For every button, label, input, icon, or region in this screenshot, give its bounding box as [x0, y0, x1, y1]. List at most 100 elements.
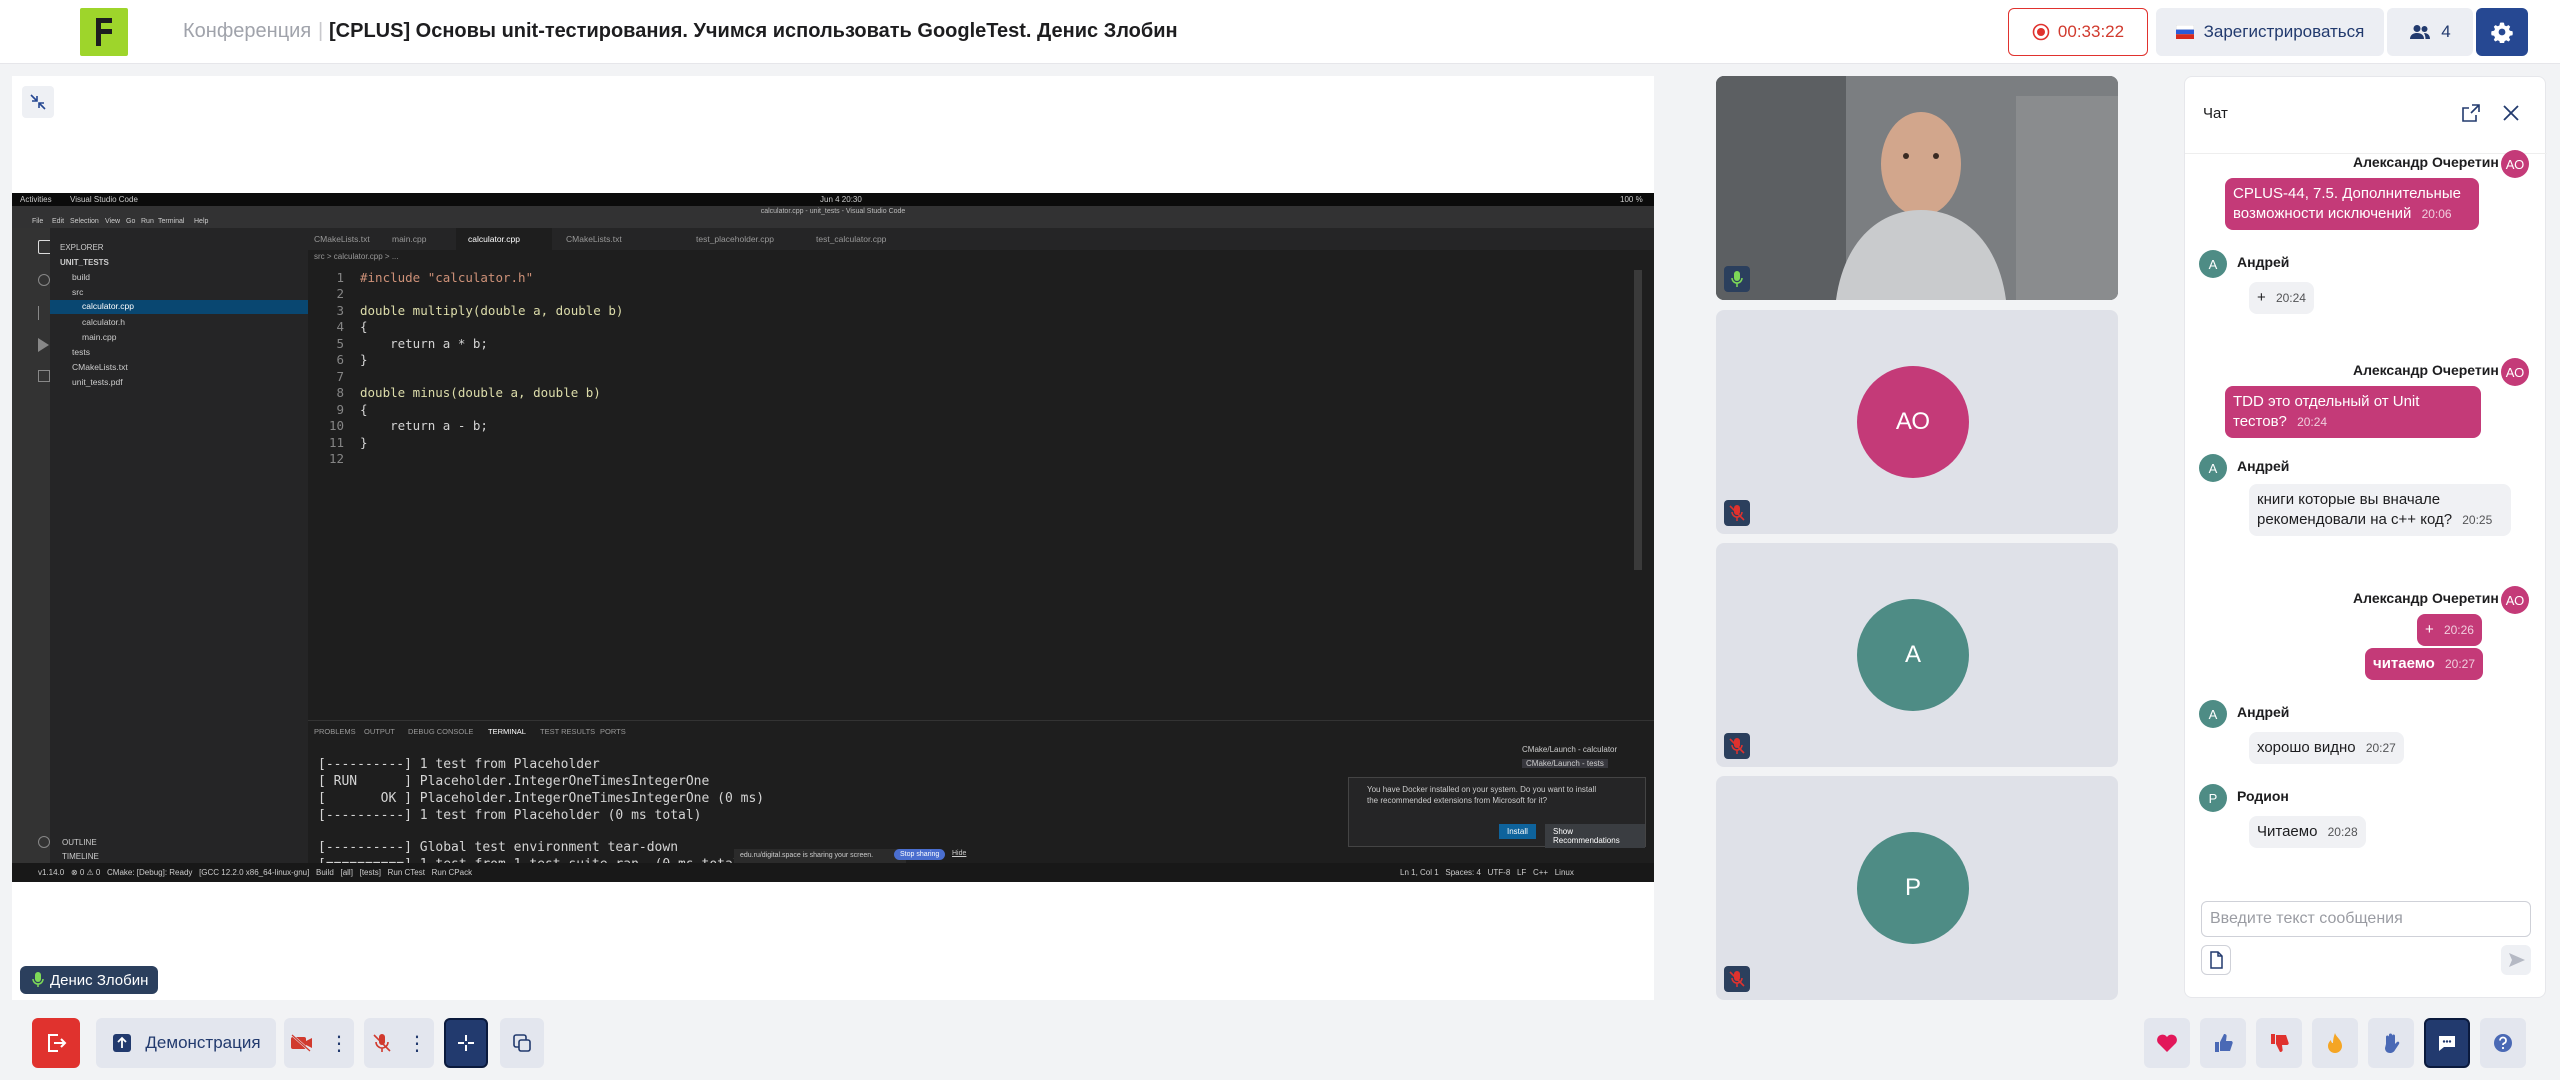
panel-tab[interactable]: TEST RESULTS — [540, 727, 595, 736]
menu-view[interactable]: View — [105, 218, 120, 225]
message-text: Читаемо — [2257, 823, 2318, 840]
logo-icon — [96, 18, 112, 46]
microphone-icon — [1731, 271, 1743, 287]
file-icon — [2210, 951, 2223, 969]
line-number: 7 — [336, 369, 344, 384]
menu-file[interactable]: File — [32, 218, 43, 225]
file-item[interactable]: unit_tests.pdf — [72, 377, 123, 387]
reaction-like-button[interactable] — [2200, 1018, 2246, 1068]
editor-tab[interactable]: CMakeLists.txt — [314, 234, 370, 244]
code-line: return a * b; — [360, 336, 488, 351]
screen-share-button[interactable]: Демонстрация — [96, 1018, 276, 1068]
chat-toggle-button[interactable] — [2424, 1018, 2470, 1068]
menu-help[interactable]: Help — [194, 218, 208, 225]
message-author: Андрей — [2237, 704, 2290, 720]
gear-icon[interactable] — [38, 836, 50, 848]
menu-go[interactable]: Go — [126, 218, 135, 225]
code-line: #include "calculator.h" — [360, 270, 534, 285]
editor-tab-active[interactable]: calculator.cpp — [468, 234, 520, 244]
file-item[interactable]: tests — [72, 347, 90, 357]
reaction-fire-button[interactable] — [2312, 1018, 2358, 1068]
panel-tab[interactable]: OUTPUT — [364, 727, 395, 736]
notification-toast: You have Docker installed on your system… — [1348, 777, 1646, 848]
message-text: книги которые вы вначале рекомендовали н… — [2257, 491, 2453, 528]
more-icon[interactable]: ⋮ — [329, 1031, 349, 1056]
effects-button[interactable] — [444, 1018, 488, 1068]
terminal-tab-active[interactable]: CMake/Launch - tests — [1522, 759, 1608, 768]
app-logo[interactable] — [80, 8, 128, 56]
install-button[interactable]: Install — [1499, 824, 1536, 839]
panel-tab-active[interactable]: TERMINAL — [488, 727, 526, 736]
message-bubble: Читаемо 20:28 — [2249, 816, 2366, 848]
mic-toggle[interactable]: ⋮ — [364, 1018, 434, 1068]
line-number: 5 — [336, 336, 344, 351]
settings-button[interactable] — [2476, 8, 2528, 56]
participant-tile[interactable]: Р — [1716, 776, 2118, 1000]
panel-tab[interactable]: DEBUG CONSOLE — [408, 727, 473, 736]
close-icon[interactable] — [2501, 103, 2521, 123]
attach-file-button[interactable] — [2201, 945, 2231, 975]
popout-icon[interactable] — [2461, 103, 2481, 123]
register-button[interactable]: Зарегистрироваться — [2156, 8, 2384, 56]
chat-message-input[interactable]: Введите текст сообщения — [2201, 901, 2531, 937]
menu-edit[interactable]: Edit — [52, 218, 64, 225]
more-icon[interactable]: ⋮ — [407, 1031, 427, 1056]
participant-tile[interactable]: АО — [1716, 310, 2118, 534]
file-item[interactable]: src — [72, 287, 83, 297]
os-app-name: Visual Studio Code — [70, 195, 138, 204]
panel-tab[interactable]: PROBLEMS — [314, 727, 356, 736]
file-item[interactable]: main.cpp — [82, 332, 117, 342]
timeline-section[interactable]: TIMELINE — [62, 852, 99, 861]
editor-scrollbar[interactable] — [1634, 270, 1642, 570]
editor-tab[interactable]: CMakeLists.txt — [566, 234, 622, 244]
leave-button[interactable] — [32, 1018, 80, 1068]
reaction-heart-button[interactable] — [2144, 1018, 2190, 1068]
microphone-muted-icon — [373, 1034, 391, 1052]
menu-terminal[interactable]: Terminal — [158, 218, 184, 225]
camera-off-icon — [291, 1034, 312, 1052]
terminal-tab[interactable]: CMake/Launch - calculator — [1522, 745, 1617, 754]
editor-tab[interactable]: test_calculator.cpp — [816, 234, 886, 244]
title-separator: | — [318, 20, 324, 42]
status-right[interactable]: Ln 1, Col 1 Spaces: 4 UTF-8 LF C++ Linux — [1400, 868, 1574, 877]
users-icon — [2410, 25, 2431, 39]
status-bar: v1.14.0 ⊗ 0 ⚠ 0 CMake: [Debug]: Ready [G… — [12, 863, 1654, 882]
camera-toggle[interactable]: ⋮ — [284, 1018, 354, 1068]
run-debug-icon[interactable] — [38, 338, 49, 352]
microphone-muted-icon — [1729, 505, 1745, 521]
participant-video-tile[interactable] — [1716, 76, 2118, 300]
source-control-icon[interactable] — [38, 306, 50, 320]
editor-tab[interactable]: main.cpp — [392, 234, 427, 244]
file-item[interactable]: calculator.cpp — [82, 301, 134, 311]
mic-off-indicator — [1724, 500, 1750, 526]
menu-run[interactable]: Run — [141, 218, 154, 225]
show-recommendations-button[interactable]: Show Recommendations — [1545, 824, 1645, 848]
file-item[interactable]: CMakeLists.txt — [72, 362, 128, 372]
chat-messages[interactable]: Александр Очеретин АО CPLUS-44, 7.5. Доп… — [2185, 150, 2547, 963]
send-button[interactable] — [2501, 945, 2531, 975]
outline-section[interactable]: OUTLINE — [62, 838, 97, 847]
search-icon[interactable] — [38, 274, 50, 286]
help-button[interactable] — [2480, 1018, 2526, 1068]
file-item[interactable]: calculator.h — [82, 317, 125, 327]
message-text: хорошо видно — [2257, 739, 2356, 756]
code-editor[interactable]: src > calculator.cpp > ... 1 2 3 4 5 6 7… — [308, 250, 1654, 720]
hide-button[interactable]: Hide — [952, 850, 966, 857]
layout-button[interactable] — [500, 1018, 544, 1068]
terminal-line: [ RUN ] Placeholder.IntegerOneTimesInteg… — [318, 774, 710, 789]
editor-tab[interactable]: test_placeholder.cpp — [696, 234, 774, 244]
stop-sharing-button[interactable]: Stop sharing — [894, 849, 946, 860]
status-left[interactable]: v1.14.0 ⊗ 0 ⚠ 0 CMake: [Debug]: Ready [G… — [38, 868, 472, 877]
os-activities[interactable]: Activities — [20, 195, 52, 204]
extensions-icon[interactable] — [38, 370, 50, 382]
panel-tab[interactable]: PORTS — [600, 727, 626, 736]
recording-timer-button[interactable]: 00:33:22 — [2008, 8, 2148, 56]
raise-hand-button[interactable] — [2368, 1018, 2414, 1068]
explorer-root[interactable]: UNIT_TESTS — [60, 258, 109, 267]
reaction-dislike-button[interactable] — [2256, 1018, 2302, 1068]
collapse-button[interactable] — [22, 86, 54, 118]
menu-selection[interactable]: Selection — [70, 218, 99, 225]
file-item[interactable]: build — [72, 272, 90, 282]
participants-button[interactable]: 4 — [2387, 8, 2473, 56]
participant-tile[interactable]: А — [1716, 543, 2118, 767]
